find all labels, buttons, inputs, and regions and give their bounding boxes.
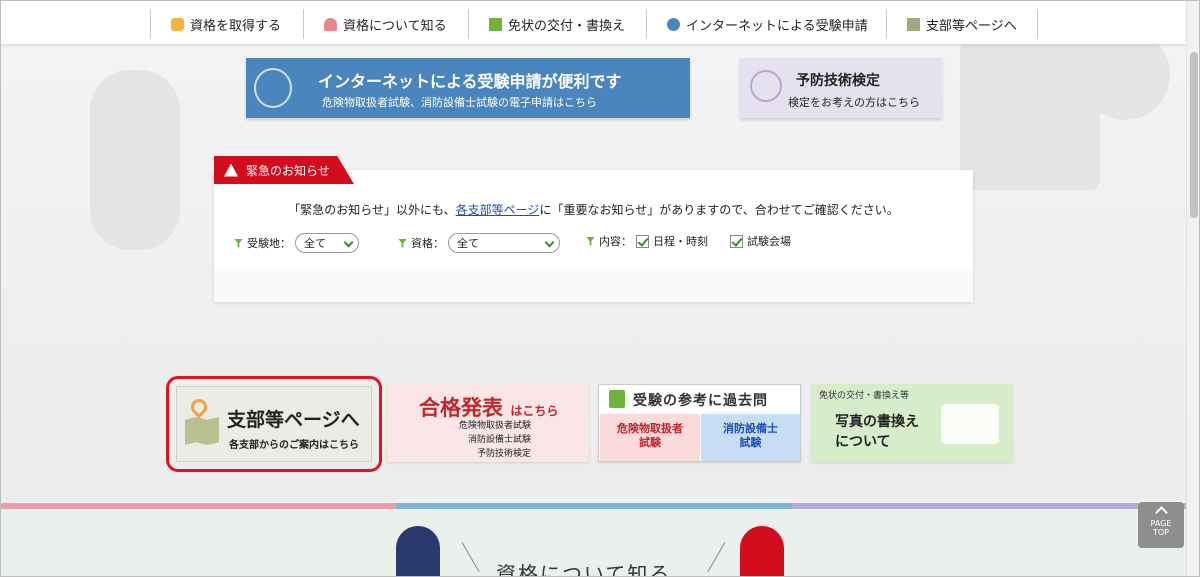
window-frame [0,0,1200,577]
